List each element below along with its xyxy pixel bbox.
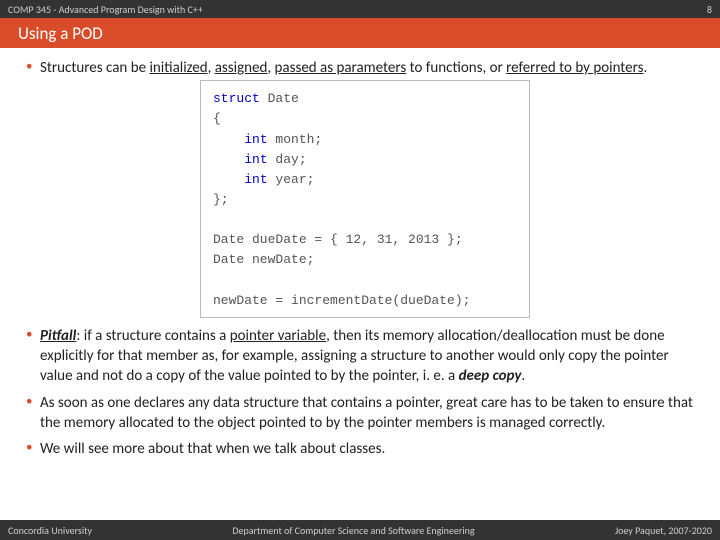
text: , xyxy=(267,59,274,77)
underline-text: initialized xyxy=(149,59,207,77)
code-block: struct Date { int month; int day; int ye… xyxy=(200,80,530,318)
text: As soon as one declares any data structu… xyxy=(40,394,693,432)
code-text: { xyxy=(213,111,221,126)
code-text: Date dueDate = { 12, 31, 2013 }; xyxy=(213,232,463,247)
top-bar: COMP 345 - Advanced Program Design with … xyxy=(0,0,720,18)
text: We will see more about that when we talk… xyxy=(40,440,385,458)
text: : if a structure contains a xyxy=(76,327,229,345)
bullet-item: As soon as one declares any data structu… xyxy=(26,393,694,434)
slide-number: 8 xyxy=(707,3,712,16)
bullet-list: Structures can be initialized, assigned,… xyxy=(26,58,694,459)
keyword: int xyxy=(244,152,267,167)
bullet-item: Structures can be initialized, assigned,… xyxy=(26,58,694,318)
text: . xyxy=(643,59,647,77)
footer-left: Concordia University xyxy=(8,524,92,537)
footer-bar: Concordia University Department of Compu… xyxy=(0,520,720,540)
keyword: int xyxy=(244,132,267,147)
code-text: Date newDate; xyxy=(213,252,314,267)
underline-text: assigned xyxy=(215,59,268,77)
keyword: struct xyxy=(213,91,260,106)
footer-right: Joey Paquet, 2007-2020 xyxy=(615,524,712,537)
text: to functions, or xyxy=(406,59,506,77)
underline-text: referred to by pointers xyxy=(506,59,643,77)
underline-text: passed as parameters xyxy=(275,59,407,77)
keyword: int xyxy=(244,172,267,187)
code-text: newDate = incrementDate(dueDate); xyxy=(213,293,470,308)
text: , xyxy=(208,59,215,77)
course-label: COMP 345 - Advanced Program Design with … xyxy=(8,3,203,16)
text: . xyxy=(521,367,525,385)
code-text: year; xyxy=(268,172,315,187)
slide-title: Using a POD xyxy=(18,23,103,44)
underline-text: pointer variable xyxy=(230,327,326,345)
code-text: month; xyxy=(268,132,323,147)
emphasis-text: deep copy xyxy=(459,367,522,385)
bullet-item: Pitfall: if a structure contains a point… xyxy=(26,326,694,387)
slide-content: Structures can be initialized, assigned,… xyxy=(0,48,720,459)
bullet-item: We will see more about that when we talk… xyxy=(26,439,694,459)
footer-center: Department of Computer Science and Softw… xyxy=(232,524,474,537)
slide-title-bar: Using a POD xyxy=(0,18,720,48)
text: Structures can be xyxy=(40,59,149,77)
code-text: Date xyxy=(260,91,299,106)
code-text: day; xyxy=(268,152,307,167)
code-text: }; xyxy=(213,192,229,207)
pitfall-label: Pitfall xyxy=(40,327,76,345)
